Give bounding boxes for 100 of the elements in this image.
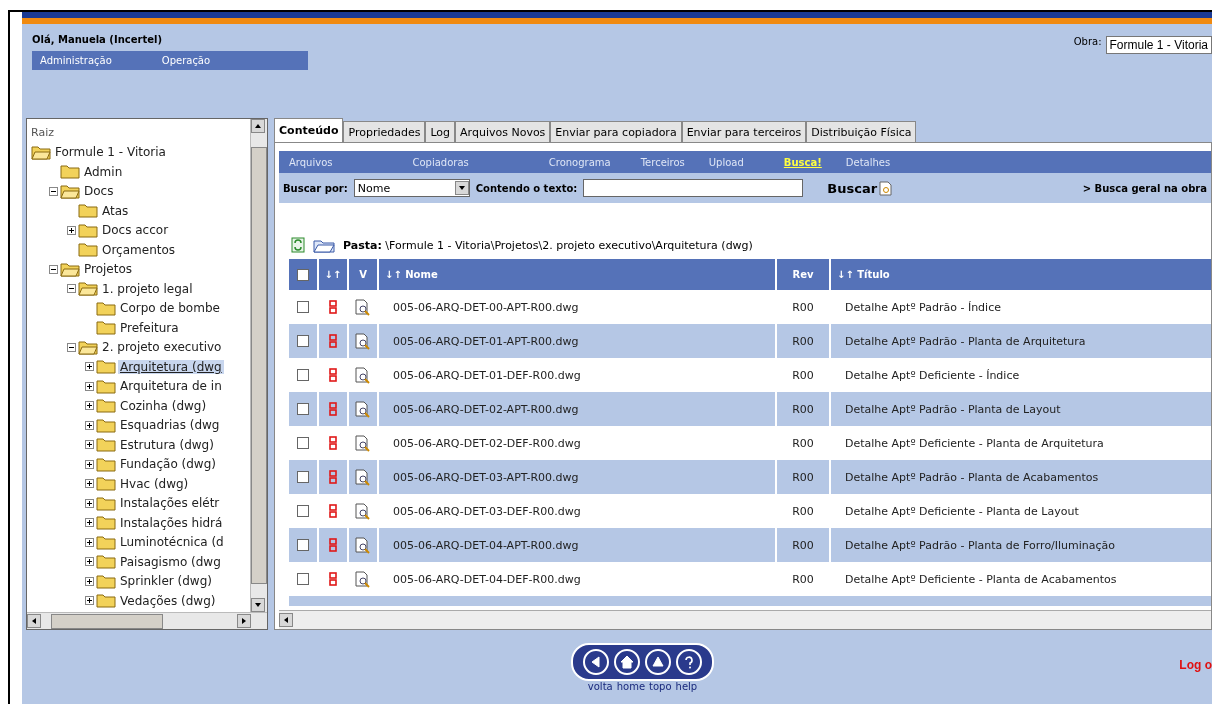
column-header[interactable]: ↓↑ [319, 259, 347, 290]
tree-item[interactable]: Instalações hidrá [118, 515, 225, 530]
search-by-dropdown[interactable]: Nome [353, 179, 470, 197]
expand-toggle-icon[interactable] [85, 537, 94, 547]
folder-icon[interactable] [313, 237, 335, 253]
horizontal-scrollbar[interactable] [279, 610, 1211, 629]
expand-toggle-icon[interactable] [85, 362, 94, 372]
tree-item[interactable]: 1. projeto legal [100, 281, 195, 296]
tab[interactable]: Propriedades [343, 121, 426, 142]
tree-item[interactable]: Arquitetura (dwg [118, 359, 224, 374]
row-checkbox[interactable] [297, 505, 309, 517]
vertical-scrollbar[interactable] [250, 119, 267, 612]
row-checkbox[interactable] [297, 471, 309, 483]
tree-item[interactable]: Fundação (dwg) [118, 457, 218, 472]
row-checkbox[interactable] [297, 437, 309, 449]
row-checkbox[interactable] [297, 369, 309, 381]
expand-toggle-icon[interactable] [85, 440, 94, 450]
tree-item[interactable]: Paisagismo (dwg [118, 554, 223, 569]
menu-item[interactable]: Operação [161, 55, 211, 66]
tree-item[interactable]: 2. projeto executivo [100, 340, 224, 355]
view-document-icon[interactable] [355, 366, 371, 384]
view-document-icon[interactable] [355, 400, 371, 418]
tree-item[interactable]: Docs [82, 184, 116, 199]
row-checkbox[interactable] [297, 301, 309, 313]
column-header[interactable]: ↓↑ Título [831, 259, 1211, 290]
sub-nav-link[interactable]: Cronograma [548, 156, 611, 168]
tree-item[interactable]: Formule 1 - Vitoria [53, 145, 168, 160]
expand-toggle-icon[interactable] [85, 576, 94, 586]
nav-button[interactable] [614, 648, 640, 675]
search-text-field[interactable] [583, 179, 804, 197]
expand-toggle-icon[interactable] [85, 420, 94, 430]
file-name-cell[interactable]: 005-06-ARQ-DET-03-APT-R00.dwg [379, 460, 775, 494]
row-checkbox[interactable] [297, 539, 309, 551]
tree-item[interactable]: Luminotécnica (d [118, 535, 226, 550]
tree-item[interactable]: Atas [100, 203, 131, 218]
sub-nav-link[interactable]: Detalhes [845, 156, 891, 168]
expand-toggle-icon[interactable] [85, 459, 94, 469]
expand-toggle-icon[interactable] [85, 401, 94, 411]
tree-item[interactable]: Prefeitura [118, 320, 181, 335]
search-button[interactable]: Buscar [821, 179, 900, 197]
view-document-icon[interactable] [355, 502, 371, 520]
file-name-cell[interactable]: 005-06-ARQ-DET-02-APT-R00.dwg [379, 392, 775, 426]
file-name-cell[interactable]: 005-06-ARQ-DET-01-APT-R00.dwg [379, 324, 775, 358]
tab[interactable]: Enviar para copiadora [550, 121, 682, 142]
expand-toggle-icon[interactable] [85, 479, 94, 489]
expand-toggle-icon[interactable] [85, 557, 94, 567]
tree-item[interactable]: Corpo de bombe [118, 301, 222, 316]
tree-item[interactable]: Orçamentos [100, 242, 178, 257]
sub-nav-link[interactable]: Copiadoras [412, 156, 469, 168]
collapse-toggle-icon[interactable] [67, 284, 76, 294]
view-document-icon[interactable] [355, 332, 371, 350]
global-search-link[interactable]: > Busca geral na obra [1082, 182, 1207, 194]
row-checkbox[interactable] [297, 573, 309, 585]
sub-nav-link[interactable]: Arquivos [289, 156, 333, 168]
tree-item[interactable]: Arquitetura de in [118, 379, 224, 394]
tree-item[interactable]: Esquadrias (dwg [118, 418, 222, 433]
collapse-toggle-icon[interactable] [49, 186, 58, 196]
tree-item[interactable]: Vedações (dwg) [118, 593, 218, 608]
sub-nav-link[interactable]: Upload [708, 156, 744, 168]
tab[interactable]: Distribuição Física [806, 121, 917, 142]
expand-toggle-icon[interactable] [67, 225, 76, 235]
file-name-cell[interactable]: 005-06-ARQ-DET-04-APT-R00.dwg [379, 528, 775, 562]
select-all-checkbox[interactable] [297, 268, 309, 281]
sub-nav-link[interactable]: Busca! [783, 156, 822, 168]
tree-item[interactable]: Docs accor [100, 223, 171, 238]
column-header[interactable]: Rev [777, 259, 829, 290]
column-header[interactable]: V [349, 259, 377, 290]
collapse-toggle-icon[interactable] [49, 264, 58, 274]
nav-button[interactable] [676, 648, 702, 675]
column-header[interactable]: ↓↑ Nome [379, 259, 775, 290]
expand-toggle-icon[interactable] [85, 381, 94, 391]
tree-item[interactable]: Sprinkler (dwg) [118, 574, 214, 589]
row-checkbox[interactable] [297, 335, 309, 347]
view-document-icon[interactable] [355, 468, 371, 486]
tab[interactable]: Log [425, 121, 456, 142]
expand-toggle-icon[interactable] [85, 596, 94, 606]
expand-toggle-icon[interactable] [85, 498, 94, 508]
row-checkbox[interactable] [297, 403, 309, 415]
view-document-icon[interactable] [355, 570, 371, 588]
nav-button[interactable] [583, 648, 609, 675]
tree-item[interactable]: Instalações elétr [118, 496, 222, 511]
tab[interactable]: Conteúdo [274, 118, 344, 142]
view-document-icon[interactable] [355, 434, 371, 452]
sub-nav-link[interactable]: Terceiros [640, 156, 685, 168]
view-document-icon[interactable] [355, 298, 371, 316]
project-select[interactable]: Formule 1 - Vitoria [1105, 36, 1212, 54]
collapse-toggle-icon[interactable] [67, 342, 76, 352]
tab[interactable]: Arquivos Novos [455, 121, 551, 142]
menu-item[interactable]: Administração [40, 55, 112, 66]
tree-item[interactable]: Admin [82, 164, 125, 179]
tree-item[interactable]: Hvac (dwg) [118, 476, 191, 491]
view-document-icon[interactable] [355, 536, 371, 554]
refresh-icon[interactable] [291, 237, 305, 253]
tree-item[interactable]: Estrutura (dwg) [118, 437, 216, 452]
tree-item[interactable]: Cozinha (dwg) [118, 398, 209, 413]
nav-button[interactable] [645, 648, 671, 675]
tab[interactable]: Enviar para terceiros [681, 121, 807, 142]
horizontal-scrollbar[interactable] [27, 612, 267, 629]
tree-item[interactable]: Projetos [82, 262, 135, 277]
expand-toggle-icon[interactable] [85, 518, 94, 528]
